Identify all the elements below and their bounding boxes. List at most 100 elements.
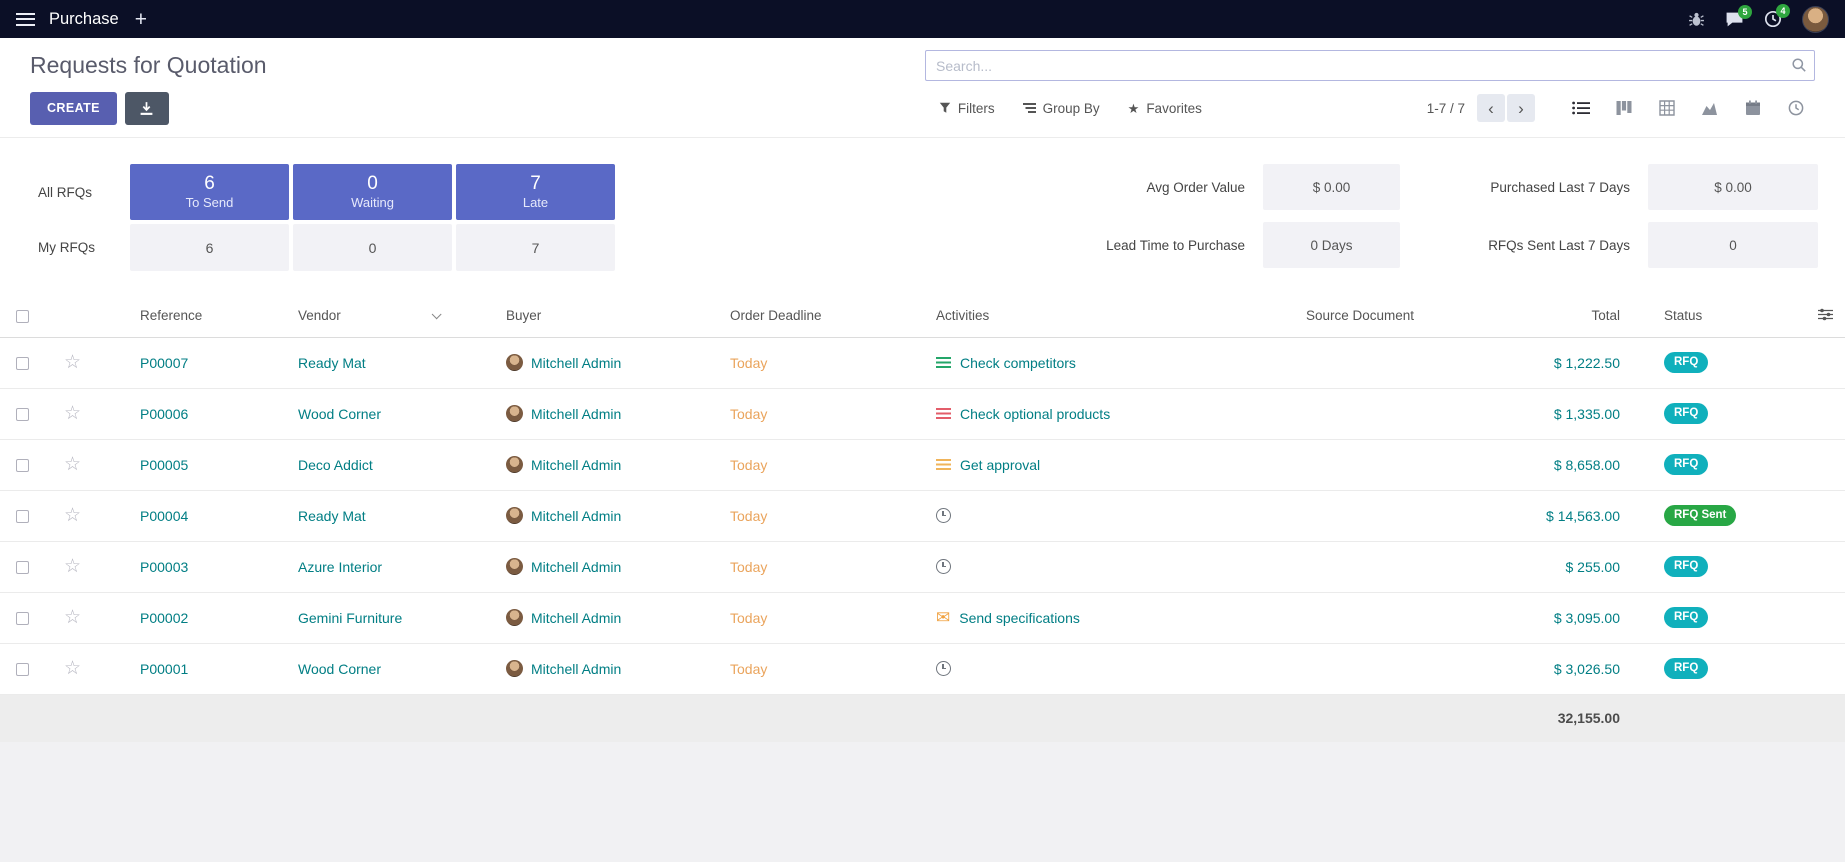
- column-header-source-document[interactable]: Source Document: [1266, 295, 1516, 337]
- search-input[interactable]: [925, 50, 1815, 81]
- favorite-star-icon[interactable]: ☆: [64, 454, 81, 475]
- my-rfqs-label: My RFQs: [38, 224, 130, 271]
- reference-link[interactable]: P00007: [140, 355, 188, 371]
- table-row[interactable]: ☆ P00006 Wood Corner Mitchell Admin Toda…: [0, 388, 1845, 439]
- activity-checklist-icon[interactable]: [936, 459, 951, 471]
- favorite-star-icon[interactable]: ☆: [64, 658, 81, 679]
- order-deadline: Today: [730, 355, 767, 371]
- column-header-buyer[interactable]: Buyer: [466, 295, 690, 337]
- table-row[interactable]: ☆ P00002 Gemini Furniture Mitchell Admin…: [0, 592, 1845, 643]
- activity-clock-icon[interactable]: [936, 508, 951, 523]
- search-icon[interactable]: [1791, 57, 1807, 76]
- buyer-avatar: [506, 558, 523, 575]
- column-header-activities[interactable]: Activities: [896, 295, 1266, 337]
- pager-previous-button[interactable]: ‹: [1477, 94, 1505, 122]
- column-header-order-deadline[interactable]: Order Deadline: [690, 295, 896, 337]
- my-waiting-card[interactable]: 0: [293, 224, 452, 271]
- to-send-card[interactable]: 6 To Send: [130, 164, 289, 220]
- favorites-button[interactable]: ★ Favorites: [1128, 101, 1202, 116]
- row-checkbox[interactable]: [16, 357, 29, 370]
- waiting-card[interactable]: 0 Waiting: [293, 164, 452, 220]
- buyer-name[interactable]: Mitchell Admin: [531, 610, 621, 626]
- new-tab-plus-icon[interactable]: +: [135, 9, 147, 30]
- favorite-star-icon[interactable]: ☆: [64, 556, 81, 577]
- activity-label[interactable]: Check competitors: [960, 355, 1076, 371]
- column-header-vendor[interactable]: Vendor: [258, 295, 466, 337]
- vendor-link[interactable]: Wood Corner: [298, 406, 381, 422]
- buyer-name[interactable]: Mitchell Admin: [531, 406, 621, 422]
- table-row[interactable]: ☆ P00007 Ready Mat Mitchell Admin Today …: [0, 337, 1845, 388]
- vendor-link[interactable]: Wood Corner: [298, 661, 381, 677]
- source-document: [1266, 541, 1516, 592]
- reference-link[interactable]: P00002: [140, 610, 188, 626]
- table-row[interactable]: ☆ P00003 Azure Interior Mitchell Admin T…: [0, 541, 1845, 592]
- column-header-status[interactable]: Status: [1656, 295, 1806, 337]
- app-name[interactable]: Purchase: [49, 10, 119, 29]
- sort-chevron-down-icon: [431, 310, 441, 320]
- late-count: 7: [530, 174, 541, 195]
- filters-button[interactable]: Filters: [939, 101, 995, 116]
- messages-icon[interactable]: 5: [1725, 11, 1744, 28]
- export-button[interactable]: [125, 92, 169, 125]
- vendor-link[interactable]: Azure Interior: [298, 559, 382, 575]
- favorite-star-icon[interactable]: ☆: [64, 505, 81, 526]
- my-to-send-card[interactable]: 6: [130, 224, 289, 271]
- kanban-view-button[interactable]: [1604, 92, 1643, 124]
- reference-link[interactable]: P00001: [140, 661, 188, 677]
- debug-bug-icon[interactable]: [1688, 11, 1705, 28]
- column-header-total[interactable]: Total: [1516, 295, 1656, 337]
- favorite-star-icon[interactable]: ☆: [64, 607, 81, 628]
- reference-link[interactable]: P00003: [140, 559, 188, 575]
- row-checkbox[interactable]: [16, 510, 29, 523]
- row-checkbox[interactable]: [16, 663, 29, 676]
- source-document: [1266, 388, 1516, 439]
- activity-checklist-icon[interactable]: [936, 408, 951, 420]
- activities-clock-icon[interactable]: 4: [1764, 10, 1782, 28]
- reference-link[interactable]: P00004: [140, 508, 188, 524]
- row-checkbox[interactable]: [16, 459, 29, 472]
- reference-link[interactable]: P00005: [140, 457, 188, 473]
- vendor-link[interactable]: Ready Mat: [298, 508, 366, 524]
- pager-next-button[interactable]: ›: [1507, 94, 1535, 122]
- buyer-name[interactable]: Mitchell Admin: [531, 661, 621, 677]
- vendor-link[interactable]: Ready Mat: [298, 355, 366, 371]
- calendar-view-button[interactable]: [1733, 92, 1772, 124]
- page-background: [0, 742, 1845, 862]
- buyer-name[interactable]: Mitchell Admin: [531, 457, 621, 473]
- activity-label[interactable]: Send specifications: [959, 610, 1080, 626]
- activity-label[interactable]: Check optional products: [960, 406, 1110, 422]
- create-button[interactable]: CREATE: [30, 92, 117, 125]
- table-row[interactable]: ☆ P00004 Ready Mat Mitchell Admin Today …: [0, 490, 1845, 541]
- activity-envelope-icon[interactable]: [936, 609, 950, 626]
- row-checkbox[interactable]: [16, 408, 29, 421]
- activity-clock-icon[interactable]: [936, 661, 951, 676]
- group-by-button[interactable]: Group By: [1023, 101, 1100, 116]
- my-late-card[interactable]: 7: [456, 224, 615, 271]
- select-all-checkbox[interactable]: [16, 310, 29, 323]
- buyer-name[interactable]: Mitchell Admin: [531, 355, 621, 371]
- column-header-reference[interactable]: Reference: [100, 295, 258, 337]
- vendor-link[interactable]: Deco Addict: [298, 457, 373, 473]
- buyer-name[interactable]: Mitchell Admin: [531, 508, 621, 524]
- pivot-view-button[interactable]: [1647, 92, 1686, 124]
- vendor-link[interactable]: Gemini Furniture: [298, 610, 402, 626]
- list-view-button[interactable]: [1561, 92, 1600, 124]
- optional-columns-button[interactable]: [1806, 295, 1845, 337]
- apps-menu-icon[interactable]: [16, 13, 35, 26]
- late-card[interactable]: 7 Late: [456, 164, 615, 220]
- row-checkbox[interactable]: [16, 612, 29, 625]
- graph-view-button[interactable]: [1690, 92, 1729, 124]
- activity-label[interactable]: Get approval: [960, 457, 1040, 473]
- buyer-name[interactable]: Mitchell Admin: [531, 559, 621, 575]
- row-checkbox[interactable]: [16, 561, 29, 574]
- table-row[interactable]: ☆ P00005 Deco Addict Mitchell Admin Toda…: [0, 439, 1845, 490]
- activity-checklist-icon[interactable]: [936, 357, 951, 369]
- activity-view-button[interactable]: [1776, 92, 1815, 124]
- favorite-star-icon[interactable]: ☆: [64, 403, 81, 424]
- favorite-star-icon[interactable]: ☆: [64, 352, 81, 373]
- reference-link[interactable]: P00006: [140, 406, 188, 422]
- to-send-count: 6: [204, 174, 215, 195]
- user-avatar[interactable]: [1802, 6, 1829, 33]
- table-row[interactable]: ☆ P00001 Wood Corner Mitchell Admin Toda…: [0, 643, 1845, 694]
- activity-clock-icon[interactable]: [936, 559, 951, 574]
